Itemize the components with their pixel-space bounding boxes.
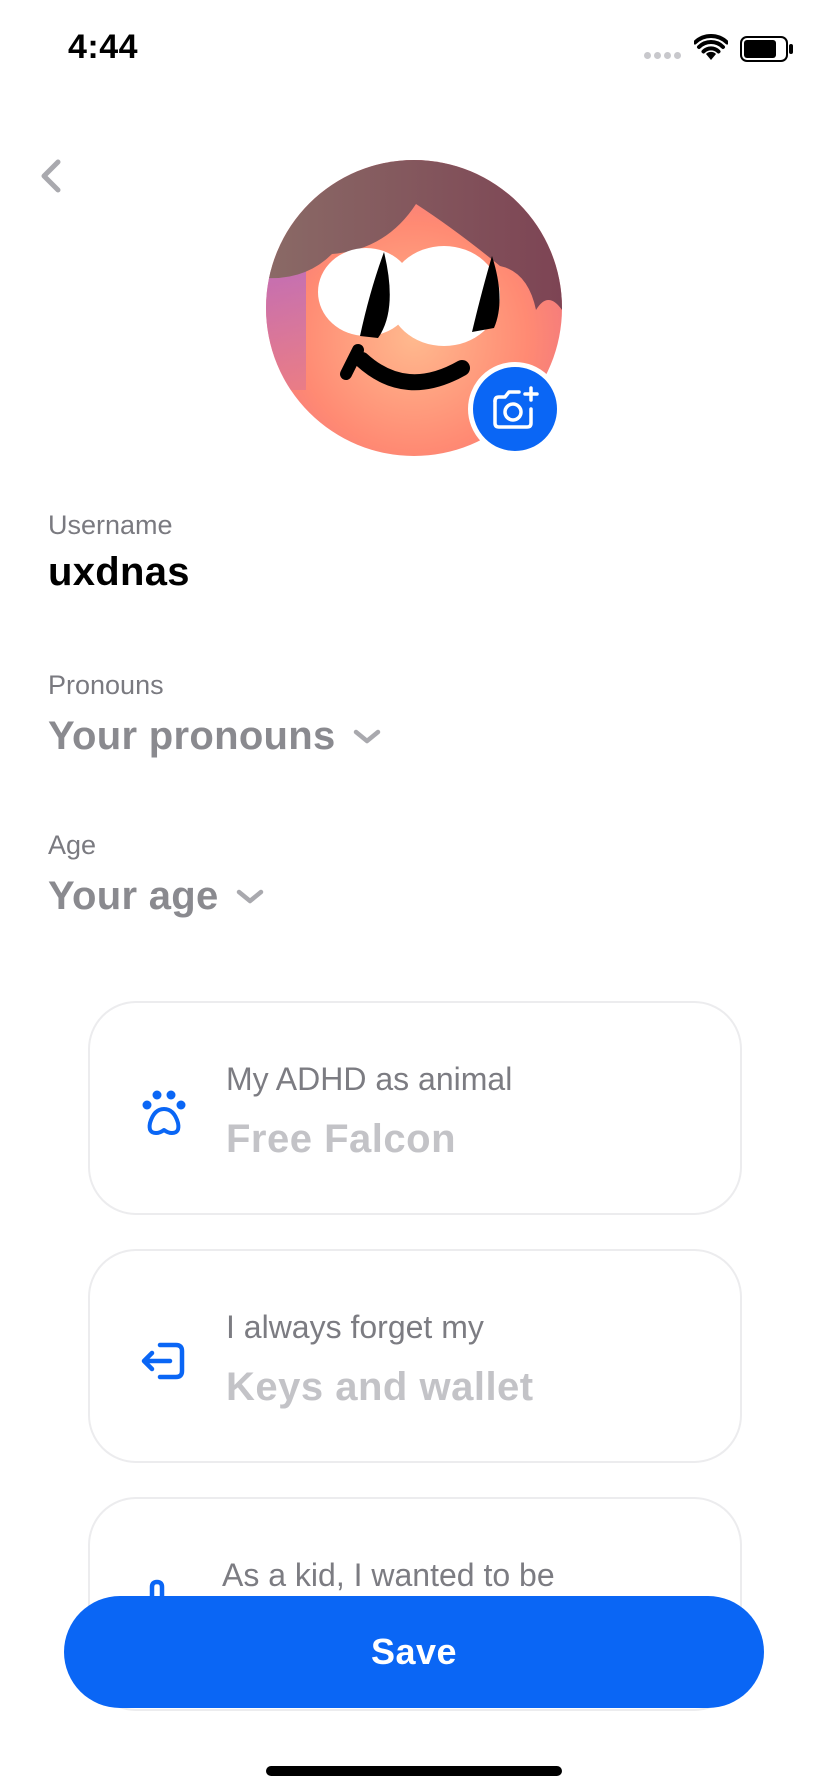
status-indicators bbox=[644, 34, 794, 64]
home-indicator bbox=[266, 1766, 562, 1776]
pronouns-placeholder: Your pronouns bbox=[48, 714, 336, 758]
camera-add-icon bbox=[493, 386, 539, 429]
pronouns-label: Pronouns bbox=[48, 670, 164, 700]
back-button[interactable] bbox=[34, 154, 70, 198]
adhd-animal-card[interactable]: My ADHD as animal Free Falcon bbox=[88, 1001, 742, 1215]
username-label: Username bbox=[48, 510, 173, 540]
card-label: My ADHD as animal bbox=[226, 1061, 513, 1097]
change-photo-button[interactable] bbox=[468, 362, 562, 456]
status-time: 4:44 bbox=[68, 28, 139, 66]
pronouns-select[interactable]: Your pronouns bbox=[48, 714, 382, 759]
card-label: As a kid, I wanted to be bbox=[222, 1557, 555, 1593]
battery-icon bbox=[740, 36, 793, 62]
age-placeholder: Your age bbox=[48, 874, 219, 918]
age-select[interactable]: Your age bbox=[48, 874, 265, 919]
wifi-icon bbox=[694, 34, 728, 60]
card-value: Keys and wallet bbox=[226, 1365, 534, 1409]
chevron-down-icon bbox=[353, 729, 380, 743]
card-value: Free Falcon bbox=[226, 1117, 457, 1161]
exit-icon bbox=[141, 1342, 185, 1380]
edit-profile-screen: 4:44 Username uxdnas Pronouns Your prono… bbox=[0, 0, 828, 1792]
chevron-down-icon bbox=[236, 889, 263, 903]
paw-icon bbox=[142, 1090, 186, 1135]
card-label: I always forget my bbox=[226, 1309, 484, 1345]
save-button[interactable]: Save bbox=[64, 1596, 764, 1708]
username-value: uxdnas bbox=[48, 550, 190, 594]
age-label: Age bbox=[48, 830, 97, 860]
forget-items-card[interactable]: I always forget my Keys and wallet bbox=[88, 1249, 742, 1463]
cellular-signal-icon bbox=[644, 52, 684, 60]
